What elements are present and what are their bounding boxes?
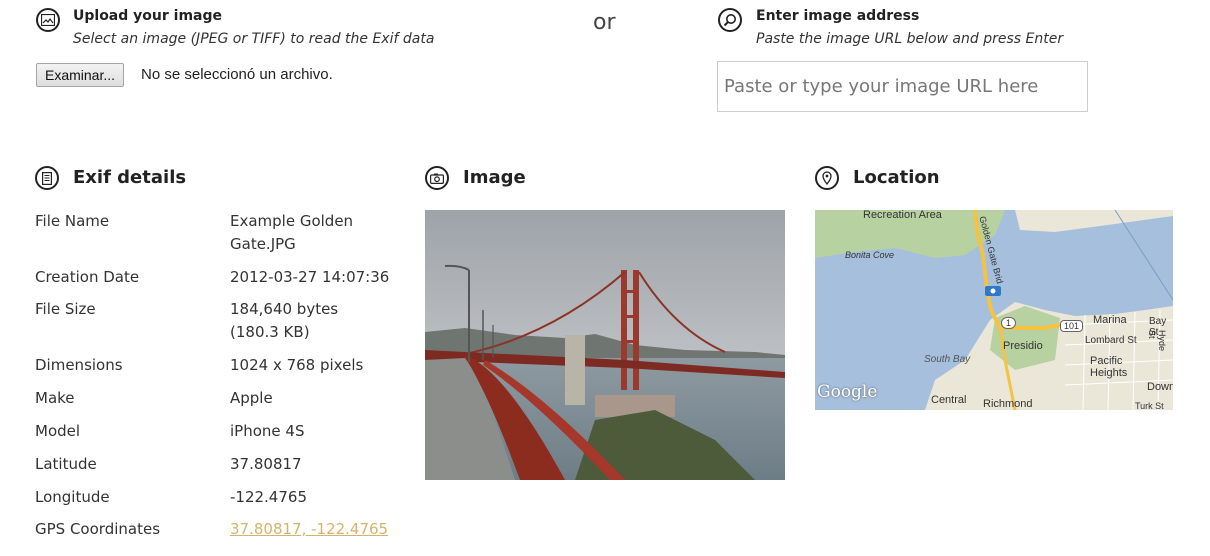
gps-coordinates-link[interactable]: 37.80817, -122.4765 — [230, 520, 388, 538]
search-icon — [718, 8, 742, 32]
map-label: Lombard St — [1085, 335, 1137, 346]
exif-value: 184,640 bytes (180.3 KB) — [230, 300, 339, 341]
exif-label: File Size — [35, 300, 96, 318]
exif-value: Example Golden Gate.JPG — [230, 212, 354, 253]
exif-label: File Name — [35, 212, 110, 230]
image-section-title: Image — [463, 167, 526, 188]
exif-value: 2012-03-27 14:07:36 — [230, 268, 390, 286]
exif-value: -122.4765 — [230, 488, 307, 506]
exif-label: Make — [35, 389, 75, 407]
map-label: Central — [931, 394, 967, 406]
map-label: Recreation Area — [863, 210, 942, 221]
exif-label: Latitude — [35, 455, 97, 473]
map-label: Pacific Heights — [1090, 355, 1128, 379]
exif-label: Dimensions — [35, 356, 123, 374]
file-status-text: No se seleccionó un archivo. — [141, 66, 333, 83]
map-label: Bonita Cove — [845, 250, 895, 260]
or-separator: or — [593, 10, 616, 35]
exif-label: GPS Coordinates — [35, 520, 161, 538]
exif-value: 1024 x 768 pixels — [230, 356, 364, 374]
map-label: Marina — [1093, 314, 1127, 326]
map-label: Presidio — [1003, 340, 1043, 352]
exif-label: Creation Date — [35, 268, 140, 286]
browse-file-button[interactable]: Examinar... — [36, 63, 125, 87]
exif-value: 37.80817 — [230, 455, 302, 473]
map-label: Downto — [1147, 381, 1173, 393]
location-section-title: Location — [853, 167, 940, 188]
map-label: South Bay — [924, 354, 971, 365]
gps-coordinates-value: 37.80817, -122.4765 — [230, 518, 388, 541]
location-map[interactable]: Recreation Area Bonita Cove Golden Gate … — [815, 210, 1173, 410]
map-label: Richmond — [983, 398, 1033, 410]
camera-icon — [425, 166, 449, 190]
exif-label: Longitude — [35, 488, 110, 506]
exif-label: Model — [35, 422, 81, 440]
google-logo: Google — [817, 382, 878, 402]
document-icon — [35, 166, 59, 190]
url-subtitle: Paste the image URL below and press Ente… — [756, 31, 1064, 47]
image-file-icon — [36, 8, 60, 32]
url-title: Enter image address — [756, 8, 920, 24]
exif-details-title: Exif details — [73, 167, 187, 188]
exif-value: iPhone 4S — [230, 422, 305, 440]
photo-preview — [425, 210, 785, 480]
map-label: Turk St — [1135, 401, 1164, 410]
upload-title: Upload your image — [73, 8, 222, 24]
route-101-shield: 101 — [1060, 320, 1084, 332]
map-pin-icon — [815, 166, 839, 190]
image-url-input[interactable] — [717, 61, 1088, 112]
upload-subtitle: Select an image (JPEG or TIFF) to read t… — [73, 31, 435, 47]
exif-value: Apple — [230, 389, 273, 407]
map-label: Hyde St — [1147, 330, 1167, 352]
route-1-shield: 1 — [1001, 317, 1017, 329]
map-canvas — [815, 210, 1173, 410]
